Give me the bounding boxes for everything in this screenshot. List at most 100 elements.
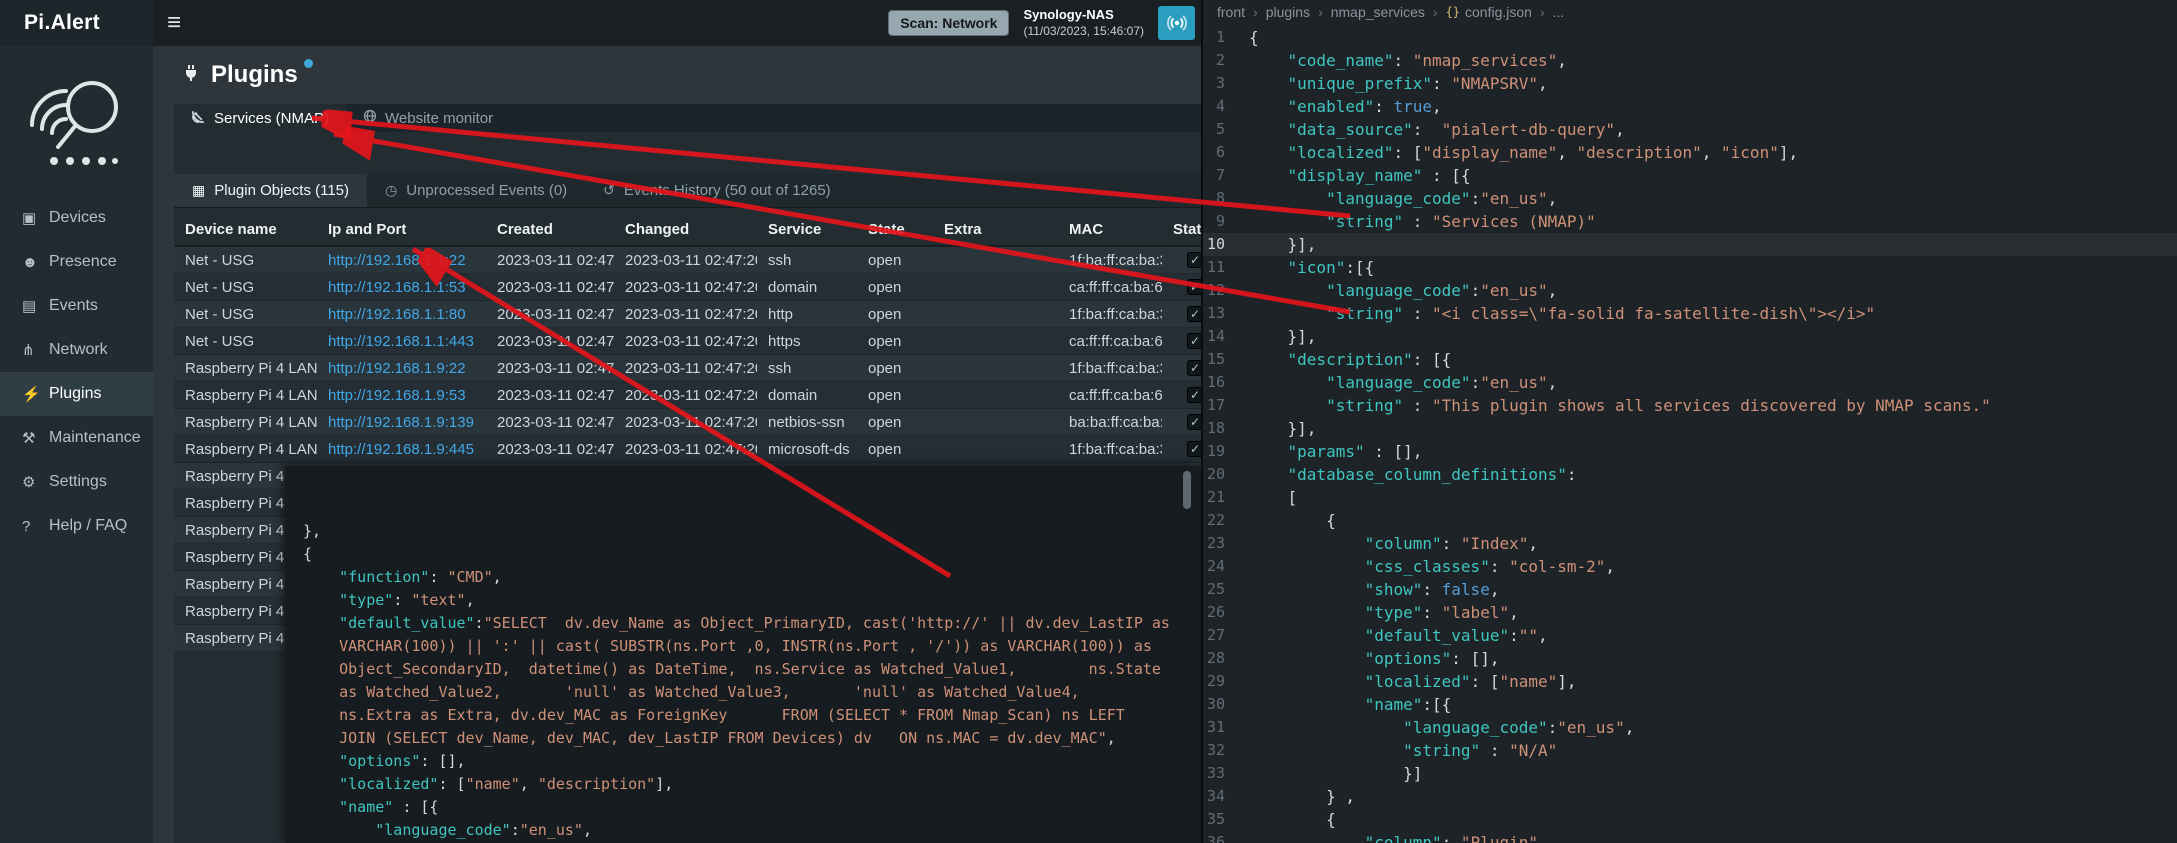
subtab-plugin-objects[interactable]: ▦ Plugin Objects (115) bbox=[174, 174, 367, 207]
breadcrumb-item[interactable]: plugins bbox=[1266, 4, 1310, 20]
ip-port-link[interactable]: http://192.168.1.9:53 bbox=[328, 387, 466, 404]
line-content: "unique_prefix": "NMAPSRV", bbox=[1249, 72, 1548, 95]
line-content: { bbox=[1249, 26, 1259, 49]
line-content: "database_column_definitions": bbox=[1249, 463, 1577, 486]
line-content: "display_name" : [{ bbox=[1249, 164, 1471, 187]
page-header: Plugins bbox=[153, 46, 1201, 104]
table-cell: ca:ff:ff:ca:ba:6d bbox=[1058, 387, 1162, 404]
status-checkbox[interactable]: ✓ bbox=[1187, 441, 1201, 457]
table-cell: open bbox=[857, 360, 933, 377]
table-cell: ssh bbox=[757, 252, 857, 269]
table-row[interactable]: Raspberry Pi 4 LANhttp://192.168.1.9:532… bbox=[174, 382, 1201, 409]
user-icon: ☻ bbox=[22, 254, 49, 271]
status-checkbox[interactable]: ✓ bbox=[1187, 387, 1201, 403]
sidebar-item-plugins[interactable]: ⚡Plugins bbox=[0, 372, 153, 416]
ip-port-link[interactable]: http://192.168.1.1:443 bbox=[328, 333, 474, 350]
code-line: "language_code":"en_us", bbox=[303, 819, 1201, 842]
ip-port-link[interactable]: http://192.168.1.9:139 bbox=[328, 414, 474, 431]
ip-port-link[interactable]: http://192.168.1.9:22 bbox=[328, 360, 466, 377]
code-line: 26 "type": "label", bbox=[1203, 601, 2177, 624]
ip-port-link[interactable]: http://192.168.1.9:445 bbox=[328, 441, 474, 458]
menu-toggle-icon[interactable]: ≡ bbox=[167, 11, 181, 35]
table-row[interactable]: Raspberry Pi 4 LAN http://192.168.1.9:139… bbox=[174, 409, 1201, 436]
status-checkbox[interactable]: ✓ bbox=[1187, 360, 1201, 376]
table-row[interactable]: Net - USGhttp://192.168.1.1:4432023-03-1… bbox=[174, 328, 1201, 355]
line-number: 36 bbox=[1203, 831, 1249, 843]
status-checkbox[interactable]: ✓ bbox=[1187, 279, 1201, 295]
line-content: "string" : "<i class=\"fa-solid fa-satel… bbox=[1249, 302, 1875, 325]
line-content: }] bbox=[1249, 762, 1422, 785]
breadcrumb-separator: › bbox=[1253, 4, 1258, 20]
status-checkbox[interactable]: ✓ bbox=[1187, 333, 1201, 349]
sidebar-item-help[interactable]: ?Help / FAQ bbox=[0, 504, 153, 548]
table-cell: 2023-03-11 02:47:20 bbox=[614, 387, 757, 404]
sidebar-item-presence[interactable]: ☻Presence bbox=[0, 240, 153, 284]
line-number: 29 bbox=[1203, 670, 1249, 693]
line-content: "type": "text", bbox=[303, 591, 475, 609]
breadcrumb-item[interactable]: front bbox=[1217, 4, 1245, 20]
line-number: 20 bbox=[1203, 463, 1249, 486]
code-line: 12 "language_code":"en_us", bbox=[1203, 279, 2177, 302]
overlay-scrollbar[interactable] bbox=[1183, 471, 1191, 509]
code-line: 24 "css_classes": "col-sm-2", bbox=[1203, 555, 2177, 578]
table-row[interactable]: Raspberry Pi 4 LANhttp://192.168.1.9:445… bbox=[174, 436, 1201, 463]
sidebar-item-devices[interactable]: ▣Devices bbox=[0, 196, 153, 240]
code-line: 28 "options": [], bbox=[1203, 647, 2177, 670]
sidebar-item-network[interactable]: ⋔Network bbox=[0, 328, 153, 372]
breadcrumb-item[interactable]: nmap_services bbox=[1331, 4, 1425, 20]
line-content: "string" : "Services (NMAP)" bbox=[1249, 210, 1596, 233]
line-number: 28 bbox=[1203, 647, 1249, 670]
table-row[interactable]: Net - USGhttp://192.168.1.1:222023-03-11… bbox=[174, 247, 1201, 274]
code-line: 2 "code_name": "nmap_services", bbox=[1203, 49, 2177, 72]
question-icon: ? bbox=[22, 518, 49, 535]
line-number: 7 bbox=[1203, 164, 1249, 187]
code-line: 21 [ bbox=[1203, 486, 2177, 509]
breadcrumb-item[interactable]: {}config.json bbox=[1446, 4, 1532, 20]
plugin-subtabs: ▦ Plugin Objects (115) ◷ Unprocessed Eve… bbox=[174, 174, 1201, 208]
sidebar-item-maintenance[interactable]: ⚒Maintenance bbox=[0, 416, 153, 460]
code-line: 11 "icon":[{ bbox=[1203, 256, 2177, 279]
line-content: "language_code":"en_us", bbox=[1249, 187, 1557, 210]
sidebar-item-label: Presence bbox=[49, 253, 117, 271]
subtab-unprocessed-events[interactable]: ◷ Unprocessed Events (0) bbox=[367, 174, 585, 207]
code-line: 8 "language_code":"en_us", bbox=[1203, 187, 2177, 210]
code-line: Object_SecondaryID, datetime() as DateTi… bbox=[303, 658, 1201, 681]
table-row[interactable]: Net - USGhttp://192.168.1.1:532023-03-11… bbox=[174, 274, 1201, 301]
scan-status-badge: Scan: Network bbox=[888, 10, 1009, 36]
ip-port-link[interactable]: http://192.168.1.1:53 bbox=[328, 279, 466, 296]
page-title: Plugins bbox=[211, 61, 298, 89]
table-row[interactable]: Raspberry Pi 4 LANhttp://192.168.1.9:222… bbox=[174, 355, 1201, 382]
code-line: 14 }], bbox=[1203, 325, 2177, 348]
subtab-events-history[interactable]: ↺ Events History (50 out of 1265) bbox=[585, 174, 849, 207]
tab-website-monitor[interactable]: Website monitor bbox=[346, 104, 510, 132]
table-cell: ca:ff:ff:ca:ba:6d bbox=[1058, 333, 1162, 350]
ip-port-cell: http://192.168.1.1:443 bbox=[317, 333, 486, 350]
table-cell: Raspberry Pi 4 LAN bbox=[174, 414, 317, 431]
ip-port-link[interactable]: http://192.168.1.1:80 bbox=[328, 306, 466, 323]
table-cell: 2023-03-11 02:47:20 bbox=[486, 333, 614, 350]
sidebar-item-settings[interactable]: ⚙Settings bbox=[0, 460, 153, 504]
table-cell: open bbox=[857, 441, 933, 458]
status-checkbox[interactable]: ✓ bbox=[1187, 252, 1201, 268]
status-checkbox[interactable]: ✓ bbox=[1187, 414, 1201, 430]
column-header: Device name bbox=[174, 221, 317, 238]
table-row[interactable]: Net - USGhttp://192.168.1.1:802023-03-11… bbox=[174, 301, 1201, 328]
line-number: 34 bbox=[1203, 785, 1249, 808]
broadcast-icon[interactable] bbox=[1158, 6, 1195, 40]
ip-port-link[interactable]: http://192.168.1.1:22 bbox=[328, 252, 466, 269]
breadcrumb-item[interactable]: ... bbox=[1553, 4, 1565, 20]
table-cell: open bbox=[857, 306, 933, 323]
editor-code[interactable]: 1{2 "code_name": "nmap_services",3 "uniq… bbox=[1203, 24, 2177, 843]
status-checkbox[interactable]: ✓ bbox=[1187, 306, 1201, 322]
tab-services-nmap[interactable]: Services (NMAP) bbox=[174, 104, 346, 132]
code-line: 1{ bbox=[1203, 26, 2177, 49]
line-number: 6 bbox=[1203, 141, 1249, 164]
sidebar-item-events[interactable]: ▤Events bbox=[0, 284, 153, 328]
line-number: 16 bbox=[1203, 371, 1249, 394]
app-logo[interactable]: Pi.Alert bbox=[0, 0, 153, 46]
column-header: Service bbox=[757, 221, 857, 238]
line-number: 14 bbox=[1203, 325, 1249, 348]
line-number: 30 bbox=[1203, 693, 1249, 716]
line-content: "type": "label", bbox=[1249, 601, 1519, 624]
line-content: "language_code":"en_us", bbox=[1249, 279, 1557, 302]
